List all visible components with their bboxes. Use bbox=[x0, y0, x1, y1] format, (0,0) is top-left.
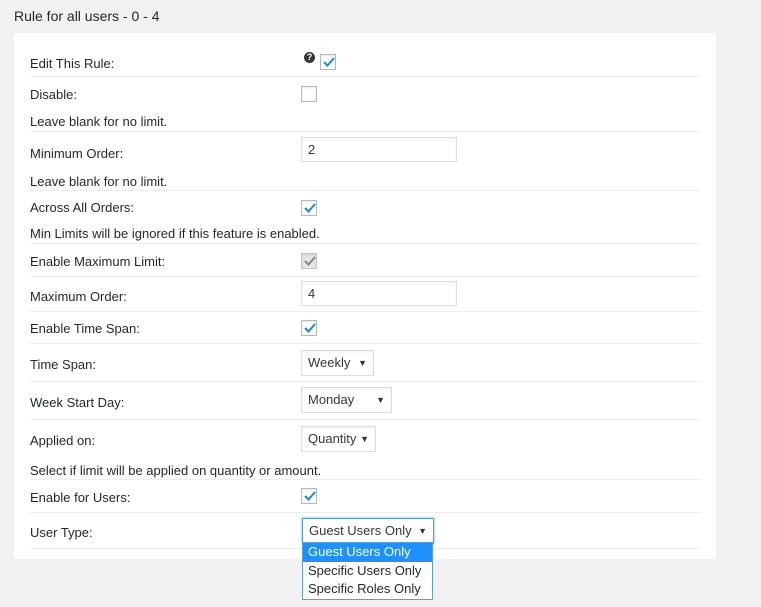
row-edit-rule: Edit This Rule: ? bbox=[30, 46, 700, 77]
applied-on-select[interactable]: Quantity ▼ bbox=[301, 426, 376, 452]
enable-time-span-label: Enable Time Span: bbox=[30, 321, 140, 336]
across-orders-note: Leave blank for no limit. bbox=[30, 174, 168, 189]
edit-rule-label: Edit This Rule: bbox=[30, 56, 115, 71]
week-start-day-value: Monday bbox=[308, 392, 355, 407]
maximum-order-label: Maximum Order: bbox=[30, 289, 127, 304]
disable-label: Disable: bbox=[30, 87, 77, 102]
chevron-down-icon: ▼ bbox=[418, 526, 427, 536]
chevron-down-icon: ▼ bbox=[360, 434, 369, 444]
maximum-order-input[interactable]: 4 bbox=[301, 281, 457, 306]
week-start-day-label: Week Start Day: bbox=[30, 395, 125, 410]
time-span-select[interactable]: Weekly ▼ bbox=[301, 350, 374, 376]
enable-max-limit-checkbox bbox=[301, 253, 317, 269]
user-type-option[interactable]: Specific Users Only bbox=[303, 562, 432, 581]
row-week-start-day: Week Start Day: Monday ▼ bbox=[30, 382, 700, 420]
row-across-all-orders: Across All Orders: bbox=[30, 190, 700, 221]
row-enable-max-limit: Enable Maximum Limit: bbox=[30, 243, 700, 277]
week-start-day-select[interactable]: Monday ▼ bbox=[301, 387, 392, 413]
rule-header[interactable]: Rule for all users - 0 - 4 bbox=[0, 0, 761, 33]
minimum-order-input[interactable]: 2 bbox=[301, 137, 457, 162]
question-circle-icon[interactable]: ? bbox=[304, 52, 315, 63]
applied-on-value: Quantity bbox=[308, 431, 357, 446]
max-limit-note: Min Limits will be ignored if this featu… bbox=[30, 226, 320, 241]
user-type-value: Guest Users Only bbox=[309, 523, 412, 538]
time-span-value: Weekly bbox=[308, 355, 351, 370]
minimum-order-label: Minimum Order: bbox=[30, 146, 124, 161]
enable-max-limit-label: Enable Maximum Limit: bbox=[30, 254, 166, 269]
enable-for-users-label: Enable for Users: bbox=[30, 490, 131, 505]
user-type-option[interactable]: Specific Roles Only bbox=[303, 580, 432, 599]
applied-on-note: Select if limit will be applied on quant… bbox=[30, 463, 322, 478]
row-applied-on: Applied on: Quantity ▼ bbox=[30, 420, 700, 458]
minimum-order-note: Leave blank for no limit. bbox=[30, 114, 168, 129]
user-type-label: User Type: bbox=[30, 525, 93, 540]
disable-checkbox[interactable] bbox=[301, 86, 317, 102]
across-all-orders-checkbox[interactable] bbox=[301, 200, 317, 216]
user-type-select[interactable]: Guest Users Only ▼ bbox=[302, 518, 434, 544]
across-all-orders-label: Across All Orders: bbox=[30, 200, 135, 215]
enable-time-span-checkbox[interactable] bbox=[301, 320, 317, 336]
user-type-option[interactable]: Guest Users Only bbox=[303, 543, 432, 562]
chevron-down-icon: ▼ bbox=[376, 395, 385, 405]
row-disable: Disable: bbox=[30, 77, 700, 111]
row-minimum-order: Minimum Order: 2 bbox=[30, 131, 700, 171]
enable-for-users-checkbox[interactable] bbox=[301, 488, 317, 504]
rule-panel: Edit This Rule: ? Disable: Leave blank f… bbox=[14, 33, 716, 559]
rule-title: Rule for all users - 0 - 4 bbox=[14, 8, 160, 24]
time-span-label: Time Span: bbox=[30, 357, 96, 372]
user-type-dropdown-list: Guest Users Only Specific Users Only Spe… bbox=[302, 542, 433, 600]
row-time-span: Time Span: Weekly ▼ bbox=[30, 344, 700, 382]
row-maximum-order: Maximum Order: 4 bbox=[30, 277, 700, 312]
row-enable-for-users: Enable for Users: bbox=[30, 479, 700, 512]
applied-on-label: Applied on: bbox=[30, 433, 96, 448]
row-enable-time-span: Enable Time Span: bbox=[30, 312, 700, 344]
chevron-down-icon: ▼ bbox=[358, 358, 367, 368]
edit-rule-checkbox[interactable] bbox=[320, 54, 336, 70]
